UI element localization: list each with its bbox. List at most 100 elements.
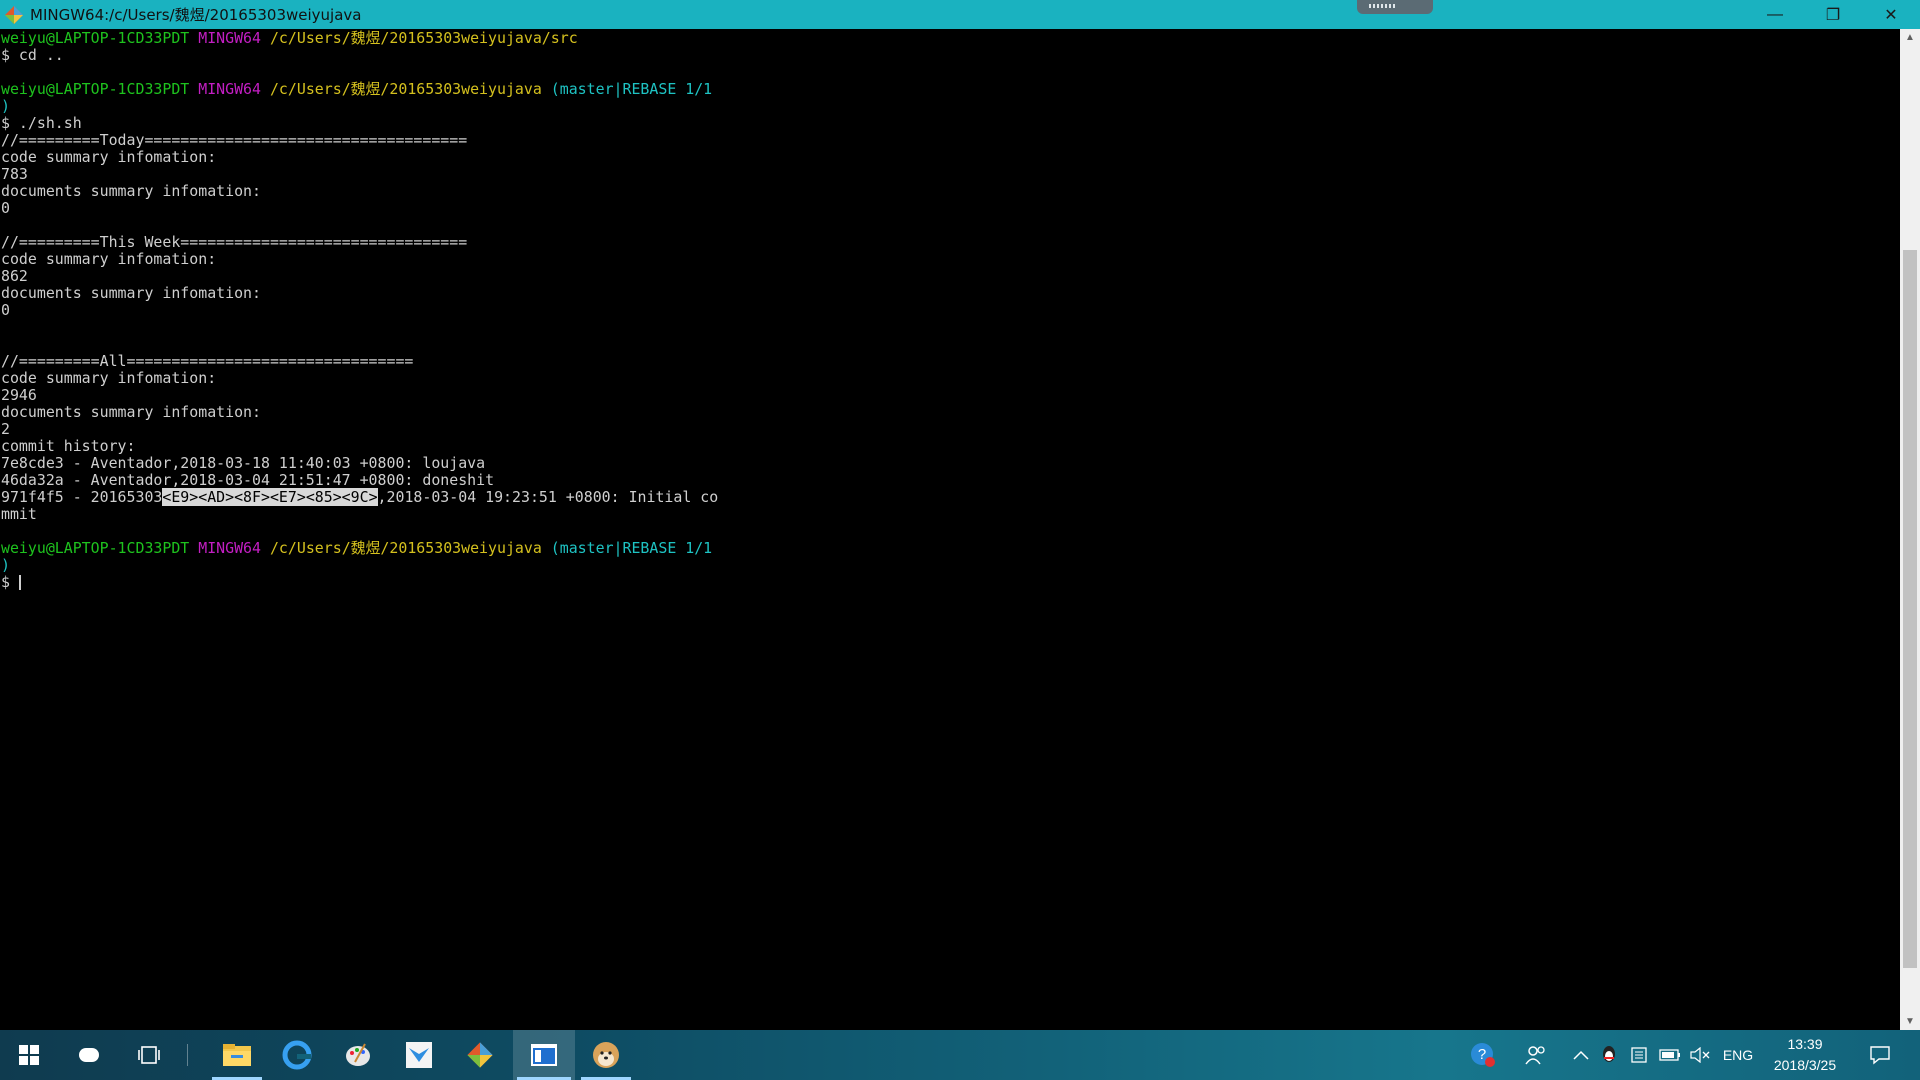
terminal-text-segment: /c/Users/魏煜/20165303weiyujava <box>269 80 542 98</box>
taskbar: ? ENG 13:39 2018/3/25 <box>0 1030 1920 1080</box>
close-button[interactable]: ✕ <box>1862 0 1920 29</box>
terminal-text-segment: weiyu@LAPTOP-1CD33PDT <box>1 29 190 47</box>
terminal-line: weiyu@LAPTOP-1CD33PDT MINGW64 /c/Users/魏… <box>1 81 1900 98</box>
terminal-line: mmit <box>1 506 1900 523</box>
taskbar-git-bash[interactable] <box>451 1030 509 1080</box>
tray-battery[interactable] <box>1656 1030 1684 1080</box>
cortana-button[interactable] <box>60 1030 118 1080</box>
terminal-line: 7e8cde3 - Aventador,2018-03-18 11:40:03 … <box>1 455 1900 472</box>
window-titlebar[interactable]: MINGW64:/c/Users/魏煜/20165303weiyujava — … <box>0 0 1920 29</box>
terminal-text-segment: //=========This Week====================… <box>1 233 468 251</box>
terminal-text-segment: documents summary infomation: <box>1 284 261 302</box>
task-view-button[interactable] <box>120 1030 178 1080</box>
terminal-text-segment: MINGW64 <box>198 29 261 47</box>
taskbar-clock[interactable]: 13:39 2018/3/25 <box>1760 1030 1850 1080</box>
terminal-line: code summary infomation: <box>1 251 1900 268</box>
clock-date: 2018/3/25 <box>1773 1057 1837 1073</box>
minimize-button[interactable]: — <box>1746 0 1804 29</box>
scroll-down-arrow-icon[interactable]: ▼ <box>1900 1013 1920 1030</box>
tray-people[interactable] <box>1520 1030 1552 1080</box>
terminal-text-segment: commit history: <box>1 437 136 455</box>
clock-time: 13:39 <box>1787 1036 1823 1052</box>
tray-action-center[interactable] <box>1860 1030 1900 1080</box>
start-button[interactable] <box>0 1030 58 1080</box>
terminal-line: 2946 <box>1 387 1900 404</box>
terminal-line: 46da32a - Aventador,2018-03-04 21:51:47 … <box>1 472 1900 489</box>
scroll-up-arrow-icon[interactable]: ▲ <box>1900 29 1920 46</box>
terminal-text-segment: code summary infomation: <box>1 250 217 268</box>
taskbar-separator <box>187 1044 188 1066</box>
tray-help[interactable]: ? <box>1466 1030 1500 1080</box>
mail-app-icon <box>406 1042 432 1068</box>
terminal-line: 862 <box>1 268 1900 285</box>
dog-avatar-icon <box>593 1042 619 1068</box>
terminal-text-segment: 783 <box>1 165 28 183</box>
terminal-line: weiyu@LAPTOP-1CD33PDT MINGW64 /c/Users/魏… <box>1 30 1900 47</box>
tray-input-method[interactable] <box>1626 1030 1652 1080</box>
terminal-line: commit history: <box>1 438 1900 455</box>
chevron-up-icon <box>1573 1050 1589 1060</box>
tray-volume[interactable] <box>1686 1030 1714 1080</box>
terminal-text-segment: ) <box>1 556 10 574</box>
people-icon <box>1525 1046 1545 1065</box>
terminal-text-segment: //=========Today========================… <box>1 131 468 149</box>
terminal-text-segment: 0 <box>1 199 10 217</box>
terminal-line: ) <box>1 98 1900 115</box>
taskbar-browser[interactable] <box>268 1030 326 1080</box>
terminal-text-segment: documents summary infomation: <box>1 403 261 421</box>
terminal-text-segment: 7e8cde3 - Aventador,2018-03-18 11:40:03 … <box>1 454 486 472</box>
terminal-line: $ ./sh.sh <box>1 115 1900 132</box>
terminal-text-segment: <E9><AD><8F><E7><85><9C> <box>162 488 378 506</box>
restore-button[interactable]: ❐ <box>1804 0 1862 29</box>
paint-palette-icon <box>346 1043 370 1066</box>
terminal-window-icon <box>531 1044 557 1066</box>
qq-penguin-icon <box>1603 1046 1615 1062</box>
taskbar-mail[interactable] <box>390 1030 448 1080</box>
ime-indicator[interactable] <box>1357 0 1433 14</box>
language-indicator: ENG <box>1722 1047 1754 1063</box>
terminal-text-segment: /c/Users/魏煜/20165303weiyujava <box>269 539 542 557</box>
taskbar-file-explorer[interactable] <box>208 1030 266 1080</box>
terminal-text-segment: (master|REBASE 1/1 <box>550 539 713 557</box>
terminal-line: //=========Today========================… <box>1 132 1900 149</box>
volume-muted-icon <box>1690 1047 1710 1063</box>
terminal-text-segment: //=========All==========================… <box>1 352 414 370</box>
terminal-line: //=========All==========================… <box>1 353 1900 370</box>
terminal-text-segment: /c/Users/魏煜/20165303weiyujava/src <box>269 29 578 47</box>
terminal-text-segment: $ cd .. <box>1 46 64 64</box>
task-view-icon <box>138 1046 160 1064</box>
notification-icon <box>1870 1046 1890 1065</box>
terminal-text-segment: $ <box>1 573 19 591</box>
scroll-thumb[interactable] <box>1903 250 1917 968</box>
terminal-text-segment: mmit <box>1 505 37 523</box>
help-question-icon: ? <box>1471 1043 1495 1067</box>
terminal-text-segment: code summary infomation: <box>1 148 217 166</box>
terminal-text-segment: MINGW64 <box>198 539 261 557</box>
terminal-text-segment: code summary infomation: <box>1 369 217 387</box>
terminal-text-segment: documents summary infomation: <box>1 182 261 200</box>
taskbar-paint[interactable] <box>329 1030 387 1080</box>
terminal-text-segment: 971f4f5 - 20165303 <box>1 488 163 506</box>
terminal-text-segment: 46da32a - Aventador,2018-03-04 21:51:47 … <box>1 471 495 489</box>
tray-qq[interactable] <box>1596 1030 1622 1080</box>
terminal-output[interactable]: weiyu@LAPTOP-1CD33PDT MINGW64 /c/Users/魏… <box>0 29 1900 1030</box>
window-title: MINGW64:/c/Users/魏煜/20165303weiyujava <box>30 6 362 24</box>
tray-show-hidden[interactable] <box>1568 1030 1594 1080</box>
taskbar-dog-app[interactable] <box>577 1030 635 1080</box>
cortana-icon <box>79 1048 99 1062</box>
taskbar-terminal-active[interactable] <box>513 1030 575 1080</box>
vertical-scrollbar[interactable]: ▲ ▼ <box>1900 29 1920 1030</box>
terminal-text-segment: 2 <box>1 420 10 438</box>
terminal-line: $ cd .. <box>1 47 1900 64</box>
tray-language[interactable]: ENG <box>1718 1030 1758 1080</box>
text-cursor <box>18 575 21 590</box>
terminal-text-segment: ) <box>1 97 10 115</box>
